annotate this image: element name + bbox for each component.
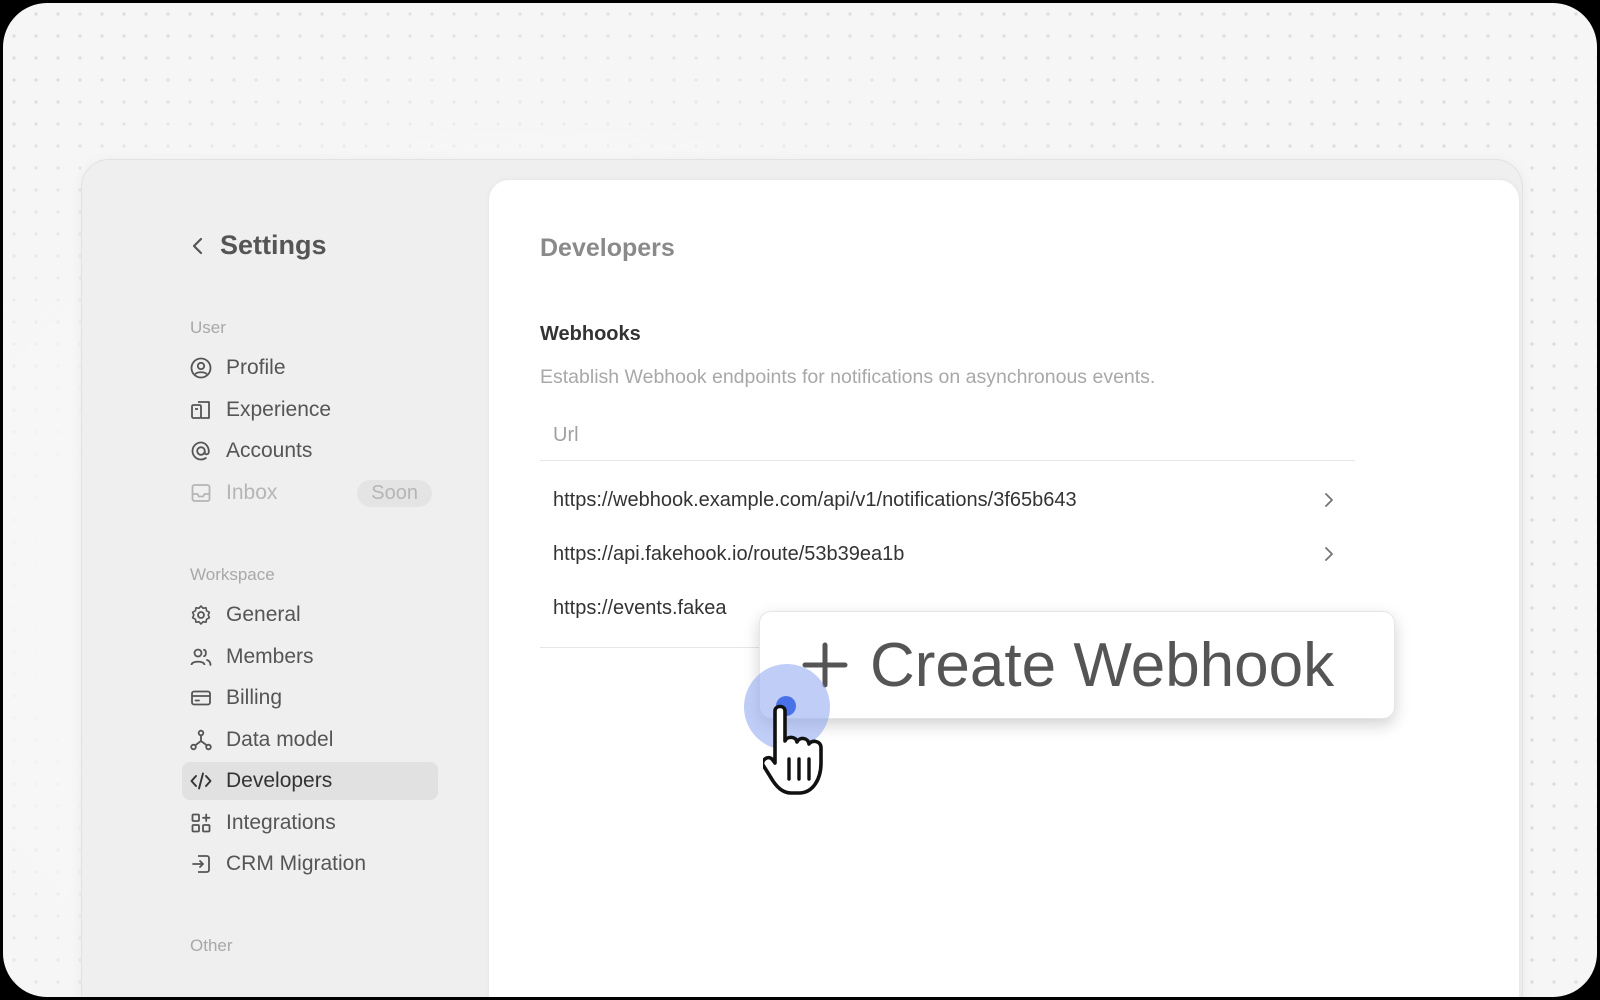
sidebar-item-profile[interactable]: Profile [182, 349, 438, 387]
import-icon [190, 853, 212, 875]
table-row[interactable]: https://api.fakehook.io/route/53b39ea1b [540, 527, 1355, 581]
sidebar-item-label: Profile [226, 356, 286, 379]
sidebar-item-label: CRM Migration [226, 852, 367, 875]
sidebar-item-integrations[interactable]: Integrations [182, 804, 438, 842]
column-header-url: Url [540, 410, 1355, 461]
webhook-url: https://webhook.example.com/api/v1/notif… [553, 488, 1077, 511]
chevron-right-icon [1317, 544, 1341, 564]
main-panel: Developers Webhooks Establish Webhook en… [489, 180, 1519, 997]
table-row[interactable]: https://webhook.example.com/api/v1/notif… [540, 473, 1355, 527]
sidebar-item-data-model[interactable]: Data model [182, 721, 438, 759]
page-title: Developers [540, 234, 675, 262]
settings-title: Settings [220, 230, 327, 260]
sidebar-item-general[interactable]: General [182, 596, 438, 634]
sidebar-item-developers[interactable]: Developers [182, 762, 438, 800]
chevron-right-icon [1317, 490, 1341, 510]
hand-cursor-icon [760, 703, 853, 804]
section-label-other: Other [190, 936, 233, 955]
settings-window: Settings User Profile Experience Account… [81, 159, 1523, 997]
soon-badge: Soon [357, 479, 432, 507]
code-icon [190, 770, 212, 792]
apps-icon [190, 812, 212, 834]
sidebar-item-inbox: Inbox Soon [182, 474, 438, 512]
sidebar-item-label: General [226, 603, 301, 626]
card-icon [190, 687, 212, 709]
sidebar-item-label: Members [226, 645, 314, 668]
gear-icon [190, 604, 212, 626]
webhooks-description: Establish Webhook endpoints for notifica… [540, 366, 1156, 388]
section-label-workspace: Workspace [190, 565, 275, 584]
webhooks-title: Webhooks [540, 323, 641, 345]
sidebar-item-accounts[interactable]: Accounts [182, 432, 438, 470]
sidebar-item-members[interactable]: Members [182, 638, 438, 676]
profile-icon [190, 357, 212, 379]
sidebar-item-label: Data model [226, 728, 334, 751]
create-webhook-label: Create Webhook [870, 630, 1335, 700]
sidebar: Settings User Profile Experience Account… [82, 160, 489, 997]
sidebar-item-label: Accounts [226, 439, 313, 462]
chevron-left-icon [190, 236, 206, 256]
sidebar-item-crm-migration[interactable]: CRM Migration [182, 845, 438, 883]
section-label-user: User [190, 318, 226, 337]
sidebar-item-label: Billing [226, 686, 283, 709]
at-sign-icon [190, 440, 212, 462]
back-to-settings[interactable]: Settings [190, 230, 327, 261]
sidebar-item-label: Developers [226, 769, 333, 792]
members-icon [190, 646, 212, 668]
sidebar-item-billing[interactable]: Billing [182, 679, 438, 717]
sidebar-item-label: Integrations [226, 811, 336, 834]
sidebar-item-label: Experience [226, 398, 332, 421]
sidebar-item-label: Inbox [226, 481, 278, 504]
inbox-icon [190, 482, 212, 504]
hierarchy-icon [190, 729, 212, 751]
experience-icon [190, 399, 212, 421]
webhook-url: https://api.fakehook.io/route/53b39ea1b [553, 542, 905, 565]
outer-frame: Settings User Profile Experience Account… [3, 3, 1597, 997]
create-webhook-button[interactable]: Create Webhook [759, 611, 1395, 719]
sidebar-item-experience[interactable]: Experience [182, 391, 438, 429]
